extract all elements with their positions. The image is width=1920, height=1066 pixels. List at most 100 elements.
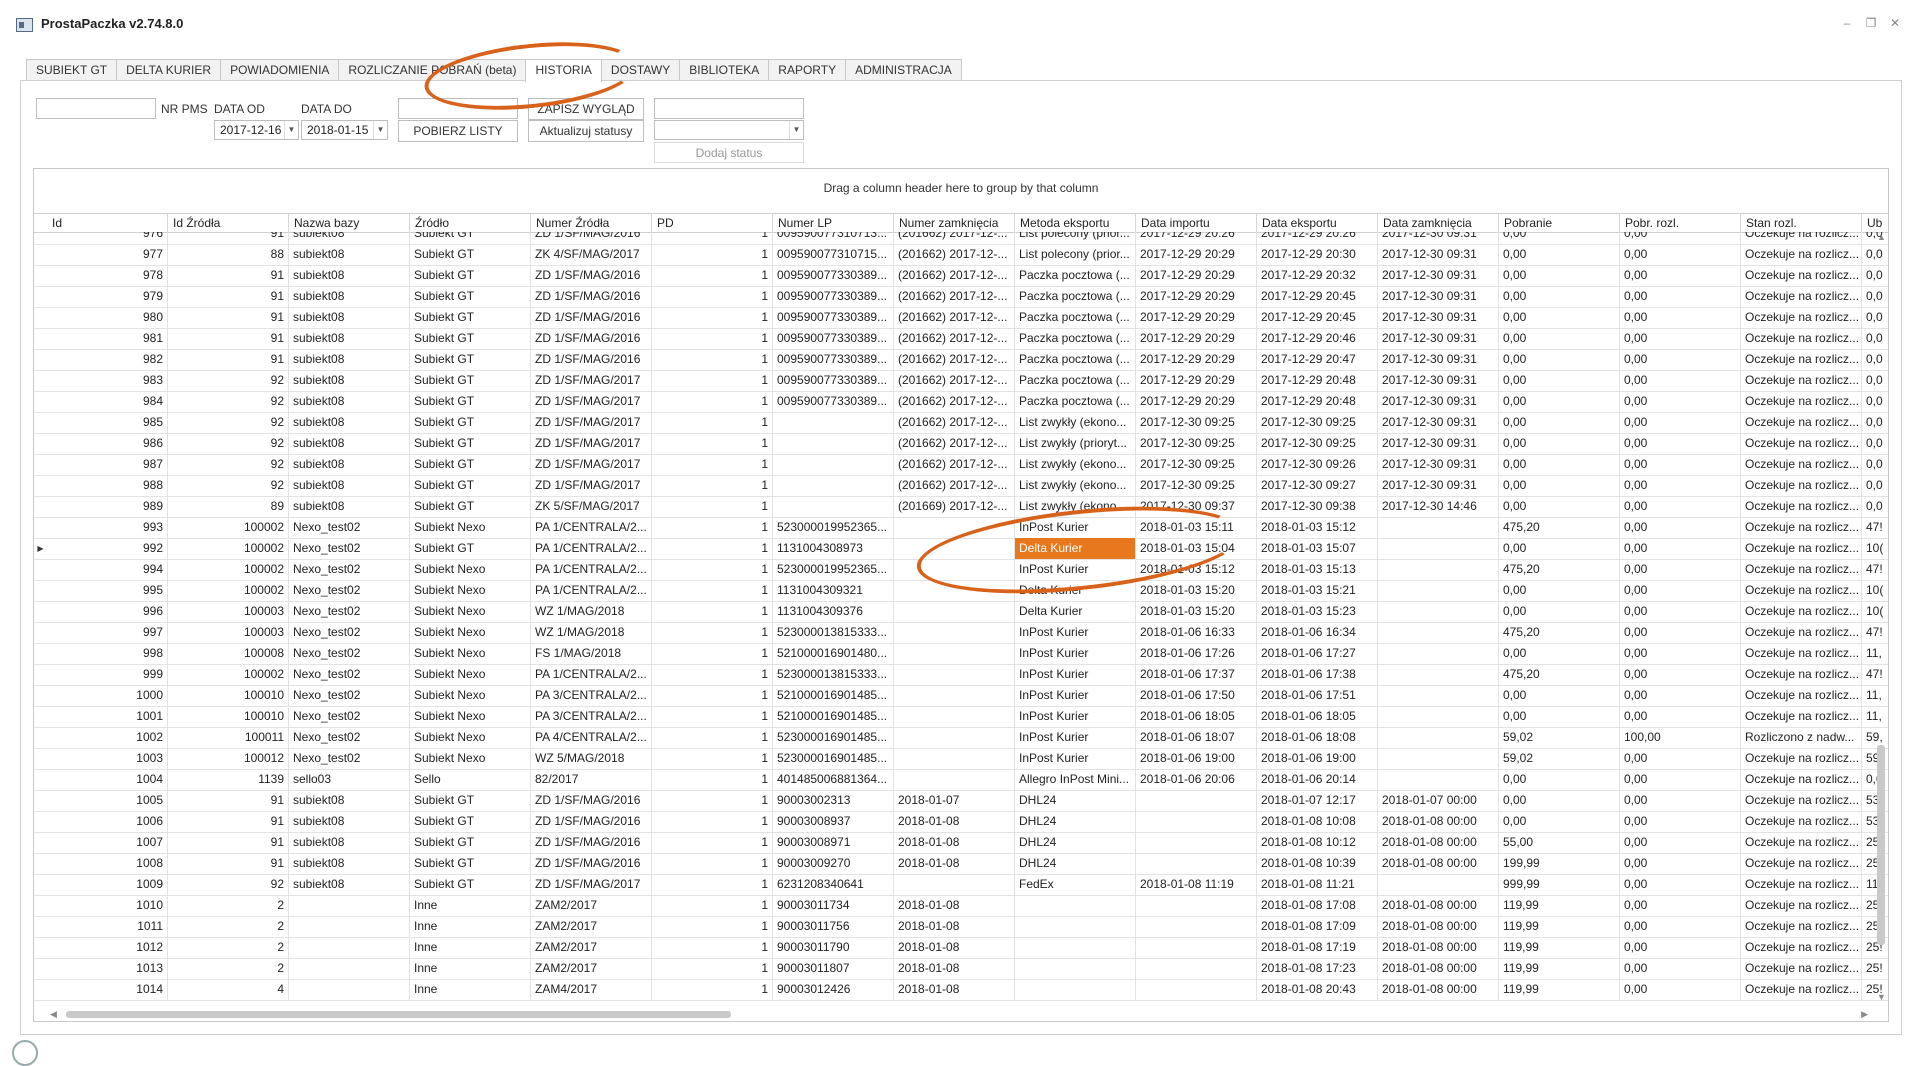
- col-id-cell[interactable]: 992: [47, 538, 168, 559]
- col-data-eksportu-cell[interactable]: 2017-12-29 20:45: [1257, 307, 1378, 328]
- col-id-zrodla-cell[interactable]: 100012: [168, 748, 289, 769]
- col-numer-lp-cell[interactable]: 90003012426: [773, 979, 894, 1000]
- col-zrodlo-cell[interactable]: Subiekt Nexo: [410, 748, 531, 769]
- col-numer-lp-cell[interactable]: 009590077310713...: [773, 232, 894, 244]
- col-stan-rozl-cell[interactable]: Oczekuje na rozlicz...: [1741, 232, 1862, 244]
- col-pobr-rozl-cell[interactable]: 0,00: [1620, 916, 1741, 937]
- col-data-importu-cell[interactable]: 2018-01-08 11:19: [1136, 874, 1257, 895]
- col-nazwa-bazy-cell[interactable]: [289, 895, 410, 916]
- col-nazwa-bazy-cell[interactable]: subiekt08: [289, 328, 410, 349]
- col-pobr-rozl-cell[interactable]: 0,00: [1620, 937, 1741, 958]
- col-nazwa-bazy-cell[interactable]: subiekt08: [289, 433, 410, 454]
- col-stan-rozl-cell[interactable]: Oczekuje na rozlicz...: [1741, 685, 1862, 706]
- col-data-zamkniecia-cell[interactable]: 2017-12-30 09:31: [1378, 328, 1499, 349]
- col-nazwa-bazy-cell[interactable]: [289, 937, 410, 958]
- col-numer-zrodla-cell[interactable]: ZD 1/SF/MAG/2016: [531, 811, 652, 832]
- col-numer-zrodla-cell[interactable]: ZAM2/2017: [531, 895, 652, 916]
- col-data-importu-cell[interactable]: 2018-01-03 15:12: [1136, 559, 1257, 580]
- col-pobranie-cell[interactable]: 0,00: [1499, 580, 1620, 601]
- col-nazwa-bazy-cell[interactable]: subiekt08: [289, 391, 410, 412]
- col-numer-lp-cell[interactable]: 90003009270: [773, 853, 894, 874]
- col-zrodlo-cell[interactable]: Inne: [410, 979, 531, 1000]
- col-metoda-eksportu-cell[interactable]: List zwykły (ekono...: [1015, 496, 1136, 517]
- tab-raporty[interactable]: RAPORTY: [768, 59, 847, 80]
- col-metoda-eksportu-cell[interactable]: Paczka pocztowa (...: [1015, 349, 1136, 370]
- col-numer-lp-cell[interactable]: 009590077330389...: [773, 391, 894, 412]
- col-metoda-eksportu-cell[interactable]: InPost Kurier: [1015, 559, 1136, 580]
- col-stan-rozl-cell[interactable]: Oczekuje na rozlicz...: [1741, 643, 1862, 664]
- col-data-zamkniecia-cell[interactable]: 2018-01-08 00:00: [1378, 832, 1499, 853]
- col-nazwa-bazy-cell[interactable]: [289, 958, 410, 979]
- table-row[interactable]: 977 88 subiekt08 Subiekt GT ZK 4/SF/MAG/2017…: [34, 244, 1888, 266]
- col-id-zrodla-cell[interactable]: 89: [168, 496, 289, 517]
- col-zrodlo-cell[interactable]: Inne: [410, 916, 531, 937]
- table-row[interactable]: 978 91 subiekt08 Subiekt GT ZD 1/SF/MAG/2016…: [34, 265, 1888, 287]
- col-data-importu-cell[interactable]: [1136, 895, 1257, 916]
- col-pobr-rozl-cell[interactable]: 0,00: [1620, 748, 1741, 769]
- col-stan-rozl-cell[interactable]: Oczekuje na rozlicz...: [1741, 517, 1862, 538]
- tab-subiekt-gt[interactable]: SUBIEKT GT: [26, 59, 118, 80]
- col-numer-zamkniecia-cell[interactable]: [894, 664, 1015, 685]
- col-numer-lp-cell[interactable]: 009590077330389...: [773, 307, 894, 328]
- col-pd-cell[interactable]: 1: [652, 685, 773, 706]
- col-numer-zrodla-cell[interactable]: PA 1/CENTRALA/2...: [531, 538, 652, 559]
- col-pd-cell[interactable]: 1: [652, 937, 773, 958]
- col-pobr-rozl-cell[interactable]: 0,00: [1620, 685, 1741, 706]
- col-metoda-eksportu-cell[interactable]: InPost Kurier: [1015, 664, 1136, 685]
- col-numer-zamkniecia-cell[interactable]: 2018-01-08: [894, 811, 1015, 832]
- table-row[interactable]: 981 91 subiekt08 Subiekt GT ZD 1/SF/MAG/2016…: [34, 328, 1888, 350]
- col-stan-rozl-cell[interactable]: Oczekuje na rozlicz...: [1741, 706, 1862, 727]
- col-data-eksportu-cell[interactable]: 2017-12-29 20:45: [1257, 286, 1378, 307]
- table-row[interactable]: 979 91 subiekt08 Subiekt GT ZD 1/SF/MAG/2016…: [34, 286, 1888, 308]
- col-pd-cell[interactable]: 1: [652, 727, 773, 748]
- tab-administracja[interactable]: ADMINISTRACJA: [845, 59, 962, 80]
- col-id-zrodla-cell[interactable]: 91: [168, 853, 289, 874]
- col-metoda-eksportu-cell[interactable]: List zwykły (ekono...: [1015, 475, 1136, 496]
- table-row[interactable]: 993 100002 Nexo_test02 Subiekt Nexo PA 1/CEN…: [34, 517, 1888, 539]
- col-zrodlo-cell[interactable]: Subiekt Nexo: [410, 559, 531, 580]
- col-data-eksportu-cell[interactable]: 2018-01-03 15:07: [1257, 538, 1378, 559]
- col-data-importu-cell[interactable]: 2018-01-06 18:07: [1136, 727, 1257, 748]
- col-pd-cell[interactable]: 1: [652, 517, 773, 538]
- col-pd-cell[interactable]: 1: [652, 601, 773, 622]
- col-zrodlo-cell[interactable]: Subiekt Nexo: [410, 727, 531, 748]
- col-pd-header[interactable]: PD: [652, 214, 773, 232]
- col-stan-rozl-cell[interactable]: Oczekuje na rozlicz...: [1741, 454, 1862, 475]
- col-numer-zrodla-cell[interactable]: ZK 5/SF/MAG/2017: [531, 496, 652, 517]
- col-pobr-rozl-cell[interactable]: 0,00: [1620, 811, 1741, 832]
- col-id-cell[interactable]: 1008: [47, 853, 168, 874]
- col-numer-zamkniecia-cell[interactable]: [894, 685, 1015, 706]
- col-data-zamkniecia-cell[interactable]: [1378, 643, 1499, 664]
- col-stan-rozl-cell[interactable]: Oczekuje na rozlicz...: [1741, 937, 1862, 958]
- col-pobr-rozl-cell[interactable]: 0,00: [1620, 265, 1741, 286]
- col-nazwa-bazy-cell[interactable]: [289, 916, 410, 937]
- col-data-zamkniecia-cell[interactable]: 2017-12-30 09:31: [1378, 307, 1499, 328]
- scroll-up-icon[interactable]: ▲: [1877, 232, 1886, 242]
- col-data-eksportu-cell[interactable]: 2018-01-06 18:05: [1257, 706, 1378, 727]
- table-row[interactable]: 982 91 subiekt08 Subiekt GT ZD 1/SF/MAG/2016…: [34, 349, 1888, 371]
- col-data-zamkniecia-cell[interactable]: 2018-01-08 00:00: [1378, 979, 1499, 1000]
- col-zrodlo-cell[interactable]: Inne: [410, 895, 531, 916]
- col-stan-rozl-cell[interactable]: Oczekuje na rozlicz...: [1741, 874, 1862, 895]
- col-data-eksportu-cell[interactable]: 2018-01-03 15:21: [1257, 580, 1378, 601]
- col-zrodlo-cell[interactable]: Subiekt GT: [410, 496, 531, 517]
- col-numer-zamkniecia-cell[interactable]: (201662) 2017-12-...: [894, 328, 1015, 349]
- col-id-cell[interactable]: 982: [47, 349, 168, 370]
- col-pd-cell[interactable]: 1: [652, 580, 773, 601]
- col-data-zamkniecia-cell[interactable]: 2018-01-08 00:00: [1378, 811, 1499, 832]
- col-data-importu-cell[interactable]: [1136, 811, 1257, 832]
- col-data-importu-cell[interactable]: 2017-12-29 20:26: [1136, 232, 1257, 244]
- col-data-zamkniecia-cell[interactable]: 2018-01-08 00:00: [1378, 937, 1499, 958]
- col-pobr-rozl-cell[interactable]: 0,00: [1620, 391, 1741, 412]
- col-pobranie-cell[interactable]: 0,00: [1499, 265, 1620, 286]
- col-numer-zrodla-cell[interactable]: 82/2017: [531, 769, 652, 790]
- col-data-zamkniecia-cell[interactable]: 2018-01-08 00:00: [1378, 853, 1499, 874]
- tab-dostawy[interactable]: DOSTAWY: [600, 59, 681, 80]
- col-numer-lp-cell[interactable]: 401485006881364...: [773, 769, 894, 790]
- col-data-importu-cell[interactable]: 2017-12-29 20:29: [1136, 244, 1257, 265]
- col-pobr-rozl-header[interactable]: Pobr. rozl.: [1620, 214, 1741, 232]
- col-numer-zamkniecia-cell[interactable]: (201669) 2017-12-...: [894, 496, 1015, 517]
- col-data-eksportu-cell[interactable]: 2018-01-06 19:00: [1257, 748, 1378, 769]
- col-data-zamkniecia-cell[interactable]: 2018-01-08 00:00: [1378, 916, 1499, 937]
- col-nazwa-bazy-cell[interactable]: Nexo_test02: [289, 580, 410, 601]
